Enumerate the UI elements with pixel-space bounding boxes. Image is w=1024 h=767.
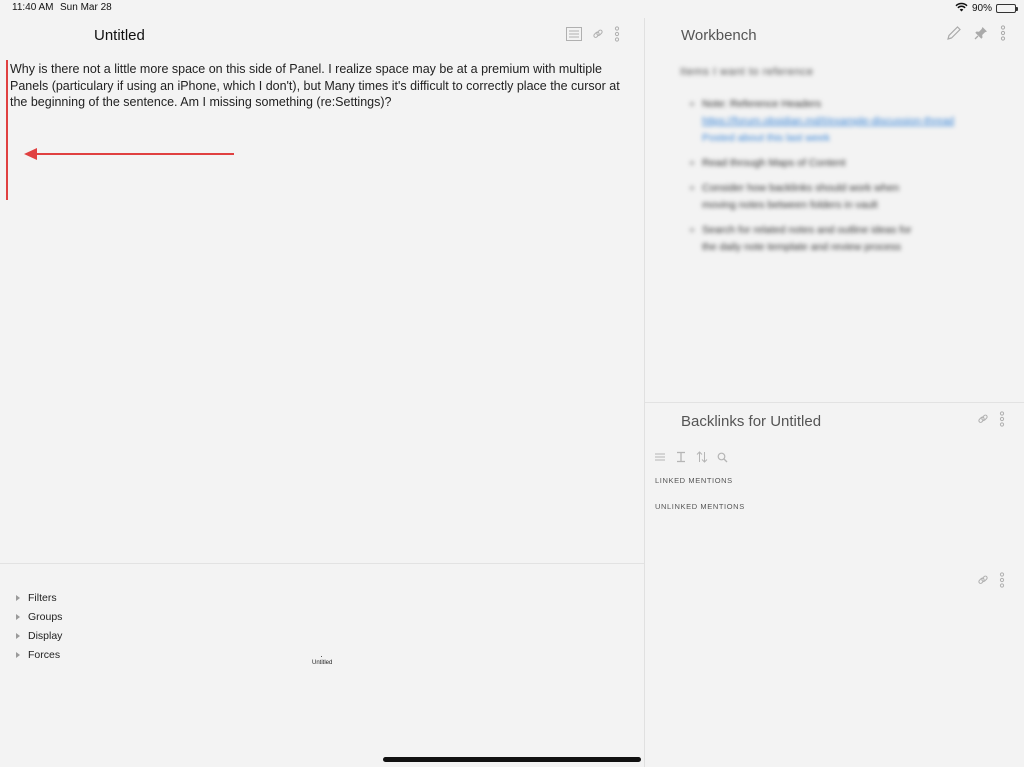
right-split-divider[interactable] xyxy=(645,402,1024,403)
more-vertical-icon[interactable] xyxy=(999,411,1005,427)
list-item-extra: Posted about this last week xyxy=(702,132,830,144)
linked-mentions-header[interactable]: LINKED MENTIONS xyxy=(655,476,733,485)
list-item-text: Search for related notes and outline ide… xyxy=(702,224,912,236)
panel-divider[interactable] xyxy=(644,18,645,767)
graph-node-label: Untitled xyxy=(312,660,333,666)
status-indicators: 90% xyxy=(955,2,1018,15)
sort-icon[interactable] xyxy=(696,451,708,463)
bullet-icon xyxy=(690,186,694,190)
battery-icon xyxy=(996,4,1018,13)
bullet-icon xyxy=(690,228,694,232)
editor-title: Untitled xyxy=(94,27,145,44)
settings-item-label: Groups xyxy=(28,610,63,623)
collapse-icon[interactable] xyxy=(654,452,666,462)
list-item[interactable]: Read through Maps of Content xyxy=(680,155,1000,172)
link-icon[interactable] xyxy=(977,413,989,425)
backlinks-toolbar xyxy=(977,411,1005,427)
backlinks-tools xyxy=(654,451,728,463)
editor-text[interactable]: Why is there not a little more space on … xyxy=(10,61,632,111)
link-icon[interactable] xyxy=(592,28,604,40)
unlinked-mentions-header[interactable]: UNLINKED MENTIONS xyxy=(655,502,745,511)
backlinks-title: Backlinks for Untitled xyxy=(681,413,822,430)
battery-percent: 90% xyxy=(971,3,992,14)
more-vertical-icon[interactable] xyxy=(614,26,620,42)
list-item-extra: the daily note template and review proce… xyxy=(702,241,902,253)
status-bar: 11:40 AM Sun Mar 28 90% xyxy=(0,0,1024,18)
pin-icon[interactable] xyxy=(974,26,988,40)
list-item-text: Read through Maps of Content xyxy=(702,157,846,169)
bullet-icon xyxy=(690,102,694,106)
search-icon[interactable] xyxy=(717,452,728,463)
chevron-right-icon xyxy=(16,613,20,620)
editor-toolbar xyxy=(566,26,620,42)
workbench-heading: Items I want to reference xyxy=(680,66,814,78)
document-icon[interactable] xyxy=(566,27,582,41)
pencil-icon[interactable] xyxy=(946,25,962,41)
list-item-text: Note: Reference Headers xyxy=(702,98,822,110)
workbench-title: Workbench xyxy=(681,27,757,44)
list-item[interactable]: Consider how backlinks should work when … xyxy=(680,180,1000,214)
bullet-icon xyxy=(690,161,694,165)
bottom-right-toolbar xyxy=(977,572,1005,588)
left-split-divider[interactable] xyxy=(0,563,644,564)
settings-item-label: Forces xyxy=(28,648,61,661)
settings-groups[interactable]: Groups xyxy=(14,607,62,626)
settings-forces[interactable]: Forces xyxy=(14,645,62,664)
chevron-right-icon xyxy=(16,632,20,639)
workbench-toolbar xyxy=(946,25,1006,41)
settings-display[interactable]: Display xyxy=(14,626,62,645)
graph-node[interactable] xyxy=(321,656,322,657)
chevron-right-icon xyxy=(16,594,20,601)
settings-item-label: Display xyxy=(28,629,63,642)
chevron-right-icon xyxy=(16,651,20,658)
home-indicator[interactable] xyxy=(383,757,641,762)
status-date: Sun Mar 28 xyxy=(60,2,112,13)
annotation-arrow-icon xyxy=(24,146,236,167)
wifi-icon xyxy=(955,2,968,15)
workbench-content: Items I want to reference Note: Referenc… xyxy=(680,66,1000,264)
graph-settings: Filters Groups Display Forces xyxy=(14,588,62,664)
more-vertical-icon[interactable] xyxy=(1000,25,1006,41)
annotation-cursor-line xyxy=(6,60,8,200)
settings-item-label: Filters xyxy=(28,591,57,604)
list-item[interactable]: Note: Reference Headers https://forum.ob… xyxy=(680,96,1000,147)
list-item-text: Consider how backlinks should work when xyxy=(702,182,900,194)
text-cursor-icon[interactable] xyxy=(675,451,687,463)
link-icon[interactable] xyxy=(977,574,989,586)
list-item[interactable]: Search for related notes and outline ide… xyxy=(680,222,1000,256)
settings-filters[interactable]: Filters xyxy=(14,588,62,607)
list-item-extra: moving notes between folders in vault xyxy=(702,199,878,211)
more-vertical-icon[interactable] xyxy=(999,572,1005,588)
status-time: 11:40 AM xyxy=(12,2,54,13)
list-item-link[interactable]: https://forum.obsidian.md/t/example-disc… xyxy=(702,113,1000,130)
